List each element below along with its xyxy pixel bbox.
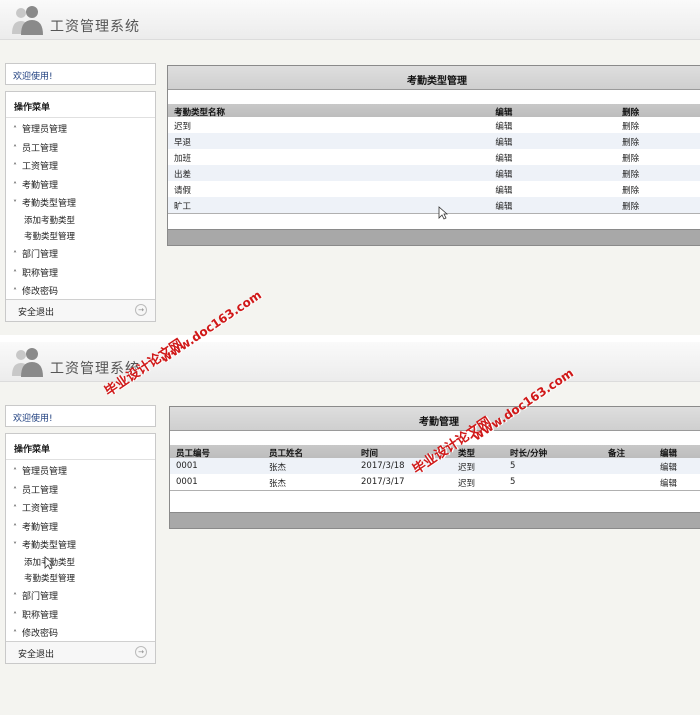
delete-link[interactable]: 删除 bbox=[616, 152, 700, 165]
edit-link[interactable]: 编辑 bbox=[489, 200, 616, 213]
panel-footer bbox=[168, 229, 700, 245]
users-logo-icon bbox=[12, 348, 43, 377]
menu-item-employee[interactable]: ˄ 员工管理 bbox=[6, 479, 155, 498]
table-header: 考勤类型名称 编辑 删除 bbox=[168, 104, 700, 117]
logout-button[interactable]: 安全退出 → bbox=[6, 640, 155, 663]
submenu-add-attendance-type[interactable]: 添加考勤类型 bbox=[6, 211, 155, 227]
edit-link[interactable]: 编辑 bbox=[654, 477, 700, 490]
menu-item-attendance[interactable]: ˄ 考勤管理 bbox=[6, 516, 155, 535]
chevron-up-icon: ˄ bbox=[13, 629, 17, 639]
screenshot-attendance-type: 工资管理系统 欢迎使用! 操作菜单 ˄ 管理员管理 ˄ 员工管理 ˄ 工资管理 ˄ 考勤… bbox=[0, 0, 700, 335]
column-header: 员工姓名 bbox=[269, 449, 304, 458]
welcome-text: 欢迎使用! bbox=[5, 63, 156, 85]
attendance-panel: 考勤管理 员工编号 员工姓名 时间 类型 时长/分钟 备注 编辑 0001 张杰… bbox=[169, 406, 700, 529]
table-row: 早退 编辑 删除 bbox=[168, 133, 700, 149]
chevron-up-icon: ˄ bbox=[13, 268, 17, 278]
app-header: 工资管理系统 bbox=[0, 0, 700, 40]
chevron-up-icon: ˄ bbox=[13, 485, 17, 495]
table-row: 出差 编辑 删除 bbox=[168, 165, 700, 181]
column-header: 员工编号 bbox=[176, 449, 211, 458]
menu-title: 操作菜单 bbox=[6, 92, 155, 118]
chevron-up-icon: ˄ bbox=[13, 180, 17, 190]
delete-link[interactable]: 删除 bbox=[616, 184, 700, 197]
sidebar: 欢迎使用! 操作菜单 ˄ 管理员管理 ˄ 员工管理 ˄ 工资管理 ˄ 考勤管理 ˅ 考勤类… bbox=[5, 405, 156, 664]
menu-item-admin[interactable]: ˄ 管理员管理 bbox=[6, 118, 155, 137]
operation-menu: 操作菜单 ˄管理员管理 ˄员工管理 ˄工资管理 ˄考勤管理 ˅考勤类型管理 添加… bbox=[5, 433, 156, 664]
welcome-text: 欢迎使用! bbox=[5, 405, 156, 427]
edit-link[interactable]: 编辑 bbox=[489, 168, 616, 181]
column-header: 编辑 bbox=[495, 108, 513, 117]
operation-menu: 操作菜单 ˄管理员管理 ˄员工管理 ˄工资管理 ˄考勤管理 ˅考勤类型管理 添加… bbox=[5, 91, 156, 322]
chevron-up-icon: ˄ bbox=[13, 591, 17, 601]
chevron-up-icon: ˄ bbox=[13, 610, 17, 620]
table-row: 加班 编辑 删除 bbox=[168, 149, 700, 165]
arrow-right-icon: → bbox=[135, 303, 147, 316]
arrow-right-icon: → bbox=[135, 645, 147, 658]
delete-link[interactable]: 删除 bbox=[616, 168, 700, 181]
table-row: 迟到 编辑 删除 bbox=[168, 117, 700, 133]
table-row: 旷工 编辑 删除 bbox=[168, 197, 700, 213]
menu-item-attendance[interactable]: ˄ 考勤管理 bbox=[6, 174, 155, 193]
chevron-down-icon: ˅ bbox=[13, 541, 17, 551]
column-header: 编辑 bbox=[660, 449, 678, 458]
menu-item-title[interactable]: ˄ 职称管理 bbox=[6, 604, 155, 623]
menu-item-password[interactable]: ˄ 修改密码 bbox=[6, 280, 155, 299]
screenshot-attendance: 工资管理系统 欢迎使用! 操作菜单 ˄ 管理员管理 ˄ 员工管理 ˄ 工资管理 ˄ 考勤… bbox=[0, 342, 700, 715]
menu-item-password[interactable]: ˄ 修改密码 bbox=[6, 622, 155, 641]
chevron-up-icon: ˄ bbox=[13, 143, 17, 153]
menu-item-department[interactable]: ˄ 部门管理 bbox=[6, 585, 155, 604]
app-header: 工资管理系统 bbox=[0, 342, 700, 382]
app-title: 工资管理系统 bbox=[50, 19, 140, 35]
users-logo-icon bbox=[12, 6, 43, 35]
logout-button[interactable]: 安全退出 → bbox=[6, 298, 155, 321]
panel-footer bbox=[170, 512, 700, 528]
column-header: 考勤类型名称 bbox=[174, 108, 226, 117]
edit-link[interactable]: 编辑 bbox=[489, 136, 616, 149]
chevron-up-icon: ˄ bbox=[13, 125, 17, 134]
chevron-up-icon: ˄ bbox=[13, 287, 17, 297]
menu-item-department[interactable]: ˄ 部门管理 bbox=[6, 243, 155, 262]
column-header: 删除 bbox=[622, 108, 640, 117]
menu-item-salary[interactable]: ˄ 工资管理 bbox=[6, 497, 155, 516]
chevron-up-icon: ˄ bbox=[13, 162, 17, 172]
edit-link[interactable]: 编辑 bbox=[654, 461, 700, 474]
edit-link[interactable]: 编辑 bbox=[489, 120, 616, 133]
menu-item-admin[interactable]: ˄ 管理员管理 bbox=[6, 460, 155, 479]
chevron-up-icon: ˄ bbox=[13, 522, 17, 532]
edit-link[interactable]: 编辑 bbox=[489, 184, 616, 197]
delete-link[interactable]: 删除 bbox=[616, 200, 700, 213]
panel-title: 考勤管理 bbox=[170, 407, 700, 431]
chevron-up-icon: ˄ bbox=[13, 249, 17, 259]
chevron-down-icon: ˅ bbox=[13, 199, 17, 209]
table-row: 0001 张杰 2017/3/17 迟到 5 编辑 bbox=[170, 474, 700, 490]
menu-item-employee[interactable]: ˄ 员工管理 bbox=[6, 137, 155, 156]
menu-item-salary[interactable]: ˄ 工资管理 bbox=[6, 155, 155, 174]
sidebar: 欢迎使用! 操作菜单 ˄ 管理员管理 ˄ 员工管理 ˄ 工资管理 ˄ 考勤管理 ˅ 考勤类… bbox=[5, 63, 156, 322]
mouse-cursor-icon bbox=[44, 556, 54, 570]
edit-link[interactable]: 编辑 bbox=[489, 152, 616, 165]
menu-title: 操作菜单 bbox=[6, 434, 155, 460]
delete-link[interactable]: 删除 bbox=[616, 136, 700, 149]
panel-title: 考勤类型管理 bbox=[168, 66, 700, 90]
submenu-add-attendance-type[interactable]: 添加考勤类型 bbox=[6, 553, 155, 569]
column-header: 时长/分钟 bbox=[510, 449, 548, 458]
submenu-attendance-type-manage[interactable]: 考勤类型管理 bbox=[6, 227, 155, 243]
menu-item-attendance-type[interactable]: ˅ 考勤类型管理 bbox=[6, 534, 155, 553]
submenu-attendance-type-manage[interactable]: 考勤类型管理 bbox=[6, 569, 155, 585]
chevron-up-icon: ˄ bbox=[13, 504, 17, 514]
chevron-up-icon: ˄ bbox=[13, 467, 17, 476]
menu-item-title[interactable]: ˄ 职称管理 bbox=[6, 262, 155, 281]
attendance-type-panel: 考勤类型管理 考勤类型名称 编辑 删除 迟到 编辑 删除 早退 编辑 删除 加班… bbox=[167, 65, 700, 246]
column-header: 备注 bbox=[608, 449, 626, 458]
delete-link[interactable]: 删除 bbox=[616, 120, 700, 133]
table-row: 请假 编辑 删除 bbox=[168, 181, 700, 197]
mouse-cursor-icon bbox=[438, 206, 448, 220]
menu-item-attendance-type[interactable]: ˅ 考勤类型管理 bbox=[6, 192, 155, 211]
